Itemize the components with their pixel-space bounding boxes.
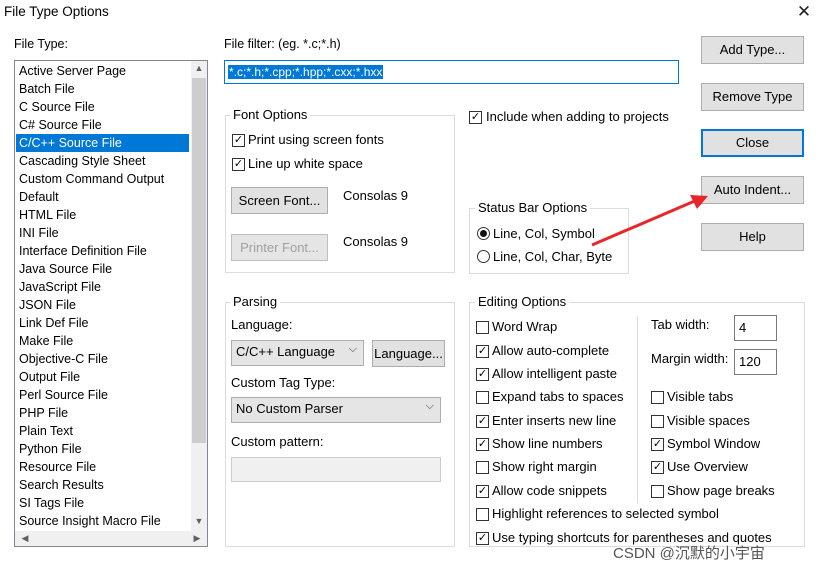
annotation-arrow — [591, 195, 708, 247]
annotation-arrow-line — [591, 198, 698, 247]
watermark-text: CSDN @沉默的小宇宙 — [613, 545, 765, 562]
